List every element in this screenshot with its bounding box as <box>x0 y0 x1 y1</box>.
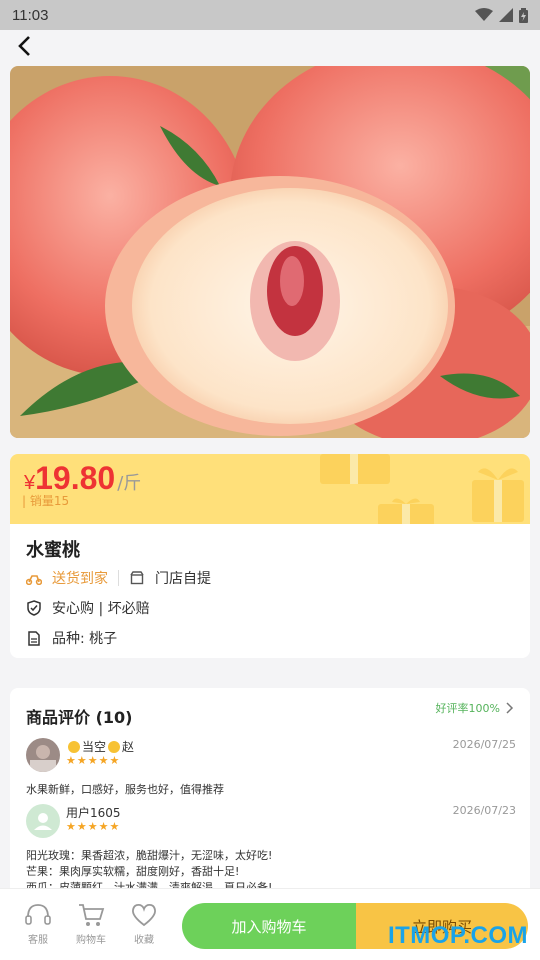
service-label: 客服 <box>28 935 48 946</box>
review-user: 用户1605 <box>66 804 121 821</box>
review-item: 用户1605 ★★★★★ 2026/07/23 阳光玫瑰：果香超浓，脆甜爆汁，无… <box>26 804 516 888</box>
price-unit: /斤 <box>117 473 142 494</box>
price-banner: ¥ 19.80 /斤 | 销量15 <box>10 454 530 524</box>
watermark: ITMOP.COM <box>387 922 528 949</box>
status-time: 11:03 <box>12 6 49 24</box>
variety-text: 品种: 桃子 <box>52 631 118 647</box>
avatar <box>26 738 60 772</box>
back-button[interactable] <box>12 34 36 58</box>
review-text: 水果新鲜，口感好，服务也好，值得推荐 <box>26 783 224 796</box>
document-icon <box>26 630 42 646</box>
review-user-name: 当空 <box>82 740 107 754</box>
customer-service-button[interactable]: 客服 <box>18 901 58 946</box>
review-text: 阳光玫瑰：果香超浓，脆甜爆汁，无涩味，太好吃! 芒果：果肉厚实软糯，甜度刚好，香… <box>26 849 273 888</box>
gift-icon <box>472 468 524 522</box>
gift-icon <box>320 454 390 484</box>
review-user-suffix: 赵 <box>122 740 135 754</box>
variety-row: 品种: 桃子 <box>26 628 117 648</box>
reviews-section: 商品评价 (10) 好评率100% 当空 赵 ★★★★★ 2026/07/25 … <box>10 688 530 888</box>
delivery-options: 送货到家 门店自提 <box>26 568 211 588</box>
cart-nav-button[interactable]: 购物车 <box>71 901 111 946</box>
shield-check-icon <box>26 600 42 616</box>
gift-icon <box>378 498 434 524</box>
smiley-icon <box>68 740 80 753</box>
signal-icon <box>499 8 513 22</box>
smiley-icon <box>108 740 121 753</box>
guarantee-row: 安心购 | 坏必赔 <box>26 598 150 618</box>
pickup-option[interactable]: 门店自提 <box>155 568 211 588</box>
good-rate-link[interactable]: 好评率100% <box>436 700 514 716</box>
review-user: 当空 赵 <box>66 738 134 755</box>
status-icons <box>475 7 528 23</box>
star-rating: ★★★★★ <box>66 754 121 767</box>
review-user-name: 用户1605 <box>66 806 121 820</box>
cart-label: 购物车 <box>76 935 106 946</box>
star-rating: ★★★★★ <box>66 820 121 833</box>
status-bar: 11:03 <box>0 0 540 30</box>
scooter-icon <box>26 570 42 586</box>
good-rate-text: 好评率100% <box>435 702 500 715</box>
delivery-option[interactable]: 送货到家 <box>52 568 108 588</box>
chevron-left-icon <box>18 36 30 56</box>
favorite-label: 收藏 <box>134 935 154 946</box>
headset-icon <box>25 904 51 925</box>
review-date: 2026/07/25 <box>452 738 516 751</box>
product-name: 水蜜桃 <box>26 540 80 561</box>
avatar <box>26 804 60 838</box>
peach-illustration <box>10 66 530 438</box>
review-item: 当空 赵 ★★★★★ 2026/07/25 水果新鲜，口感好，服务也好，值得推荐 <box>26 738 516 800</box>
reviews-title: 商品评价 (10) <box>26 708 133 727</box>
add-to-cart-button[interactable]: 加入购物车 <box>182 903 356 949</box>
sales-count: | 销量15 <box>22 494 70 508</box>
battery-icon <box>519 7 528 23</box>
heart-icon <box>132 903 156 927</box>
store-icon <box>129 570 145 586</box>
product-image[interactable] <box>10 66 530 438</box>
divider <box>118 570 119 586</box>
review-date: 2026/07/23 <box>452 804 516 817</box>
chevron-right-icon <box>506 702 514 714</box>
favorite-button[interactable]: 收藏 <box>124 901 164 946</box>
wifi-icon <box>475 8 493 21</box>
product-info-card: 水蜜桃 送货到家 门店自提 安心购 | 坏必赔 品种: 桃子 <box>10 524 530 658</box>
cart-icon <box>79 904 105 926</box>
guarantee-text: 安心购 | 坏必赔 <box>52 601 150 617</box>
